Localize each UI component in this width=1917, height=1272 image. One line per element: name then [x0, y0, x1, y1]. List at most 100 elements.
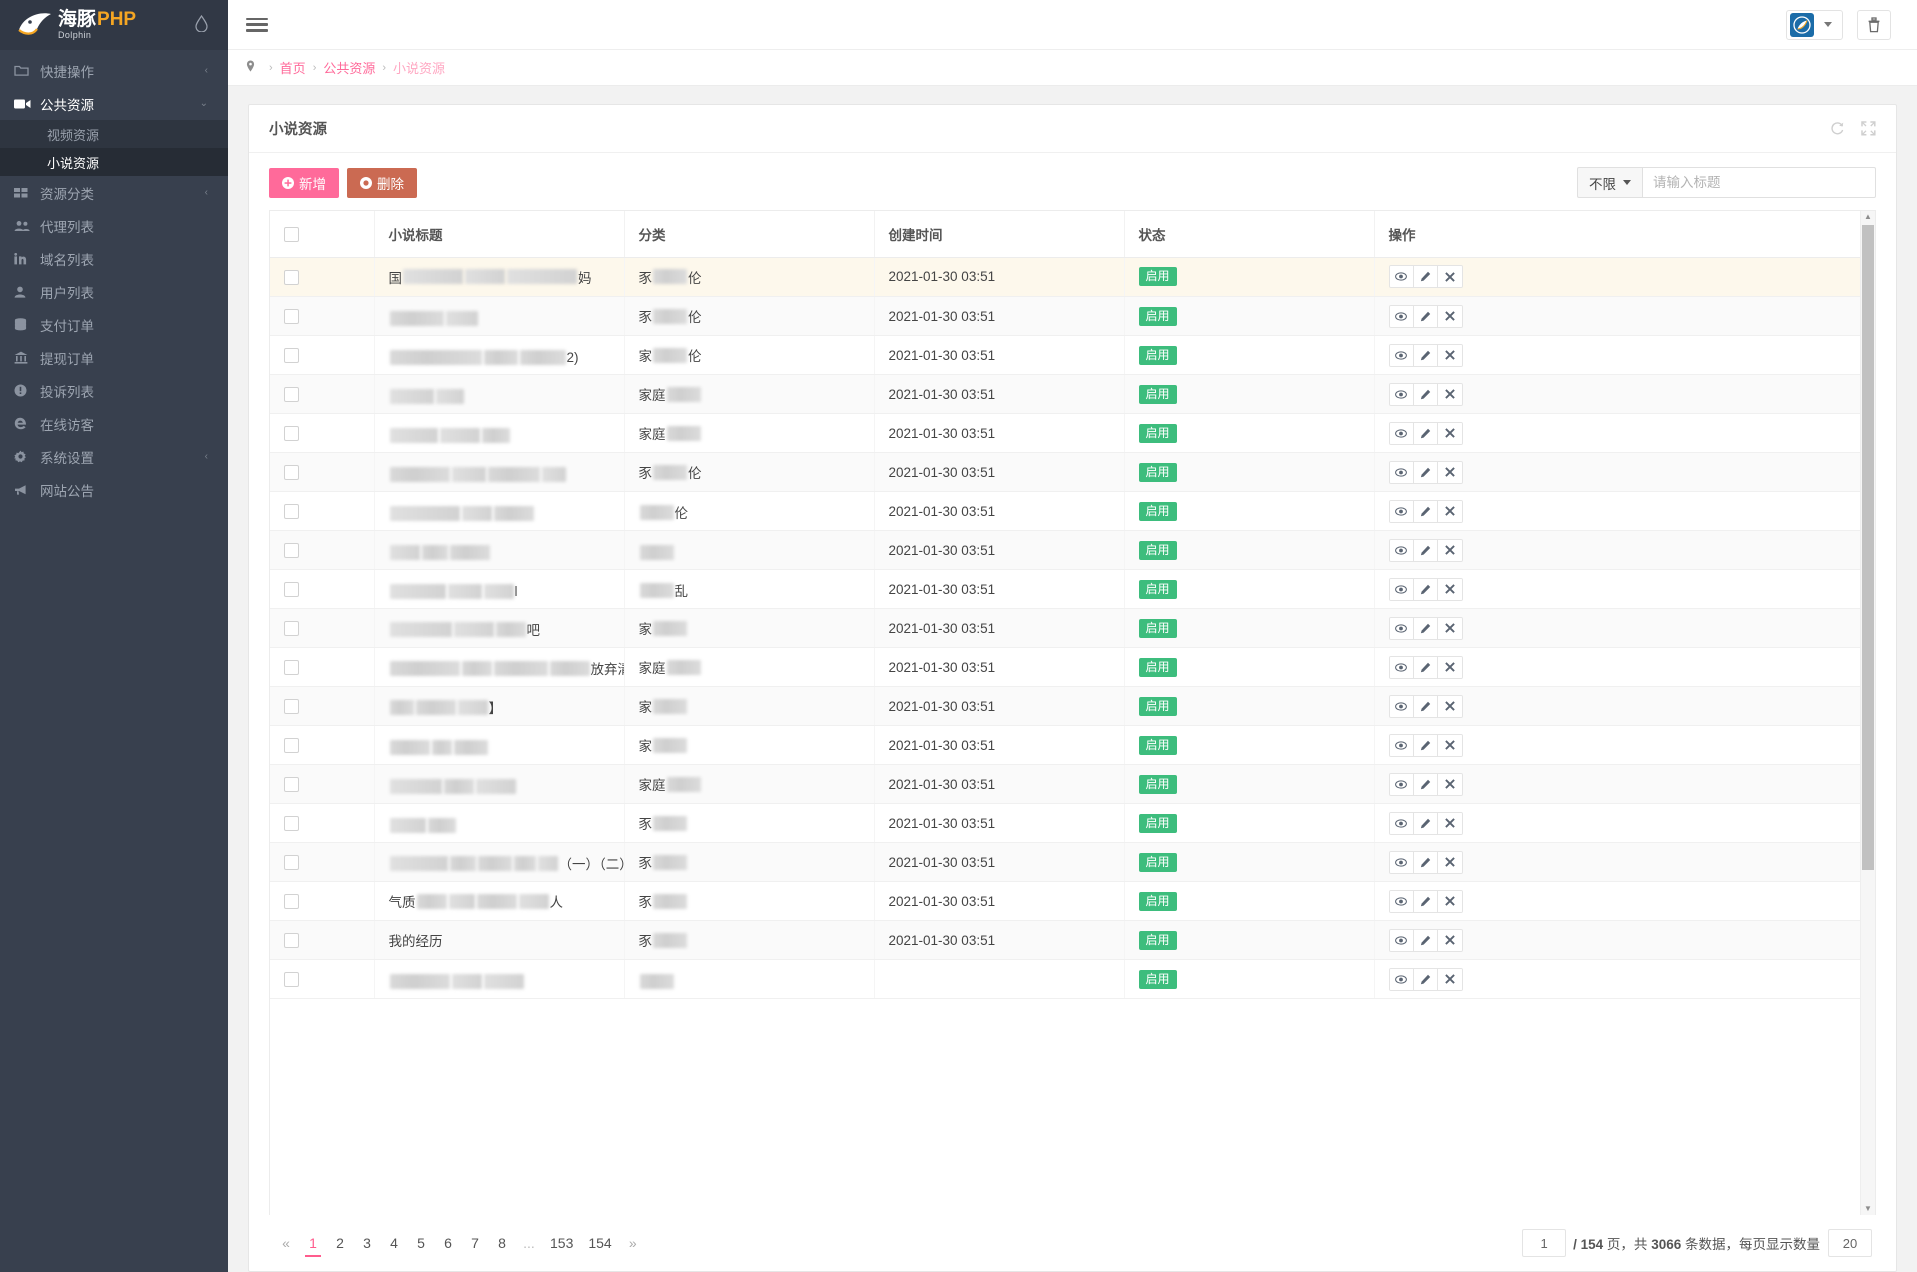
table-row[interactable]: 放弃清纯家庭2021-01-30 03:51启用 — [270, 648, 1875, 687]
search-filter-dropdown[interactable]: 不限 — [1577, 167, 1642, 198]
trash-icon[interactable] — [1857, 10, 1891, 40]
table-row[interactable]: 家庭2021-01-30 03:51启用 — [270, 765, 1875, 804]
add-button[interactable]: 新增 — [269, 168, 339, 198]
pagination-last-button[interactable]: » — [620, 1228, 646, 1258]
pencil-icon[interactable] — [1414, 657, 1438, 678]
pagination-page-1[interactable]: 1 — [300, 1228, 326, 1258]
close-x-icon[interactable] — [1438, 696, 1462, 717]
table-row[interactable]: 豕伦2021-01-30 03:51启用 — [270, 297, 1875, 336]
row-checkbox[interactable] — [284, 777, 299, 792]
th-status[interactable]: 状态 — [1124, 211, 1374, 257]
table-row[interactable]: 豕2021-01-30 03:51启用 — [270, 804, 1875, 843]
pencil-icon[interactable] — [1414, 969, 1438, 990]
eye-icon[interactable] — [1390, 774, 1414, 795]
sidebar-item-novel-resources[interactable]: 小说资源 — [0, 148, 228, 176]
close-x-icon[interactable] — [1438, 501, 1462, 522]
row-checkbox[interactable] — [284, 816, 299, 831]
eye-icon[interactable] — [1390, 423, 1414, 444]
row-checkbox[interactable] — [284, 504, 299, 519]
close-x-icon[interactable] — [1438, 774, 1462, 795]
pencil-icon[interactable] — [1414, 852, 1438, 873]
row-checkbox[interactable] — [284, 894, 299, 909]
pencil-icon[interactable] — [1414, 423, 1438, 444]
close-x-icon[interactable] — [1438, 579, 1462, 600]
pencil-icon[interactable] — [1414, 930, 1438, 951]
pagination-page-3[interactable]: 3 — [354, 1228, 380, 1258]
close-x-icon[interactable] — [1438, 345, 1462, 366]
eye-icon[interactable] — [1390, 540, 1414, 561]
table-row[interactable]: 家庭2021-01-30 03:51启用 — [270, 414, 1875, 453]
eye-icon[interactable] — [1390, 579, 1414, 600]
row-checkbox[interactable] — [284, 426, 299, 441]
table-scrollbar[interactable]: ▲ ▼ — [1860, 211, 1875, 1215]
th-category[interactable]: 分类 — [624, 211, 874, 257]
pagination-page-154[interactable]: 154 — [581, 1228, 618, 1258]
pencil-icon[interactable] — [1414, 891, 1438, 912]
table-row[interactable]: 国妈豕伦2021-01-30 03:51启用 — [270, 258, 1875, 297]
row-checkbox[interactable] — [284, 270, 299, 285]
sidebar-item-resource-categories[interactable]: 资源分类 ‹ — [0, 176, 228, 209]
sidebar-item-user-list[interactable]: 用户列表 — [0, 275, 228, 308]
hamburger-icon[interactable] — [246, 16, 268, 34]
close-x-icon[interactable] — [1438, 384, 1462, 405]
close-x-icon[interactable] — [1438, 657, 1462, 678]
pagination-page-6[interactable]: 6 — [435, 1228, 461, 1258]
sidebar-item-quick-actions[interactable]: 快捷操作 ‹ — [0, 54, 228, 87]
table-row[interactable]: 家庭2021-01-30 03:51启用 — [270, 375, 1875, 414]
row-checkbox[interactable] — [284, 543, 299, 558]
delete-button[interactable]: 删除 — [347, 168, 417, 198]
close-x-icon[interactable] — [1438, 306, 1462, 327]
table-row[interactable]: 2)家伦2021-01-30 03:51启用 — [270, 336, 1875, 375]
eye-icon[interactable] — [1390, 696, 1414, 717]
sidebar-item-payment-orders[interactable]: 支付订单 — [0, 308, 228, 341]
table-row[interactable]: 豕伦2021-01-30 03:51启用 — [270, 453, 1875, 492]
pencil-icon[interactable] — [1414, 696, 1438, 717]
row-checkbox[interactable] — [284, 699, 299, 714]
row-checkbox[interactable] — [284, 660, 299, 675]
table-row[interactable]: 吧家2021-01-30 03:51启用 — [270, 609, 1875, 648]
close-x-icon[interactable] — [1438, 266, 1462, 287]
sidebar-item-domain-list[interactable]: 域名列表 — [0, 242, 228, 275]
close-x-icon[interactable] — [1438, 852, 1462, 873]
row-checkbox[interactable] — [284, 621, 299, 636]
scrollbar-track[interactable] — [1861, 223, 1875, 1203]
caret-down-icon[interactable] — [1824, 22, 1832, 27]
eye-icon[interactable] — [1390, 462, 1414, 483]
row-checkbox[interactable] — [284, 309, 299, 324]
pencil-icon[interactable] — [1414, 735, 1438, 756]
scroll-up-arrow-icon[interactable]: ▲ — [1864, 211, 1872, 223]
close-x-icon[interactable] — [1438, 891, 1462, 912]
th-title[interactable]: 小说标题 — [374, 211, 624, 257]
sidebar-item-site-announcement[interactable]: 网站公告 — [0, 473, 228, 506]
eye-icon[interactable] — [1390, 384, 1414, 405]
table-row[interactable]: 气质人豕2021-01-30 03:51启用 — [270, 882, 1875, 921]
close-x-icon[interactable] — [1438, 930, 1462, 951]
pencil-icon[interactable] — [1414, 266, 1438, 287]
row-checkbox[interactable] — [284, 387, 299, 402]
user-menu[interactable] — [1786, 10, 1843, 40]
sidebar-item-complaint-list[interactable]: 投诉列表 — [0, 374, 228, 407]
fullscreen-icon[interactable] — [1861, 121, 1876, 136]
eye-icon[interactable] — [1390, 852, 1414, 873]
pencil-icon[interactable] — [1414, 462, 1438, 483]
pagination-first-button[interactable]: « — [273, 1228, 299, 1258]
pencil-icon[interactable] — [1414, 345, 1438, 366]
table-row[interactable]: 】家2021-01-30 03:51启用 — [270, 687, 1875, 726]
sidebar-item-online-visitors[interactable]: 在线访客 — [0, 407, 228, 440]
row-checkbox[interactable] — [284, 348, 299, 363]
pagination-page-5[interactable]: 5 — [408, 1228, 434, 1258]
pencil-icon[interactable] — [1414, 813, 1438, 834]
close-x-icon[interactable] — [1438, 540, 1462, 561]
eye-icon[interactable] — [1390, 735, 1414, 756]
close-x-icon[interactable] — [1438, 423, 1462, 444]
row-checkbox[interactable] — [284, 465, 299, 480]
eye-icon[interactable] — [1390, 345, 1414, 366]
page-jump-input[interactable] — [1522, 1229, 1566, 1257]
eye-icon[interactable] — [1390, 266, 1414, 287]
row-checkbox[interactable] — [284, 933, 299, 948]
table-row[interactable]: 启用 — [270, 960, 1875, 999]
eye-icon[interactable] — [1390, 813, 1414, 834]
close-x-icon[interactable] — [1438, 735, 1462, 756]
eye-icon[interactable] — [1390, 969, 1414, 990]
table-row[interactable]: 2021-01-30 03:51启用 — [270, 531, 1875, 570]
